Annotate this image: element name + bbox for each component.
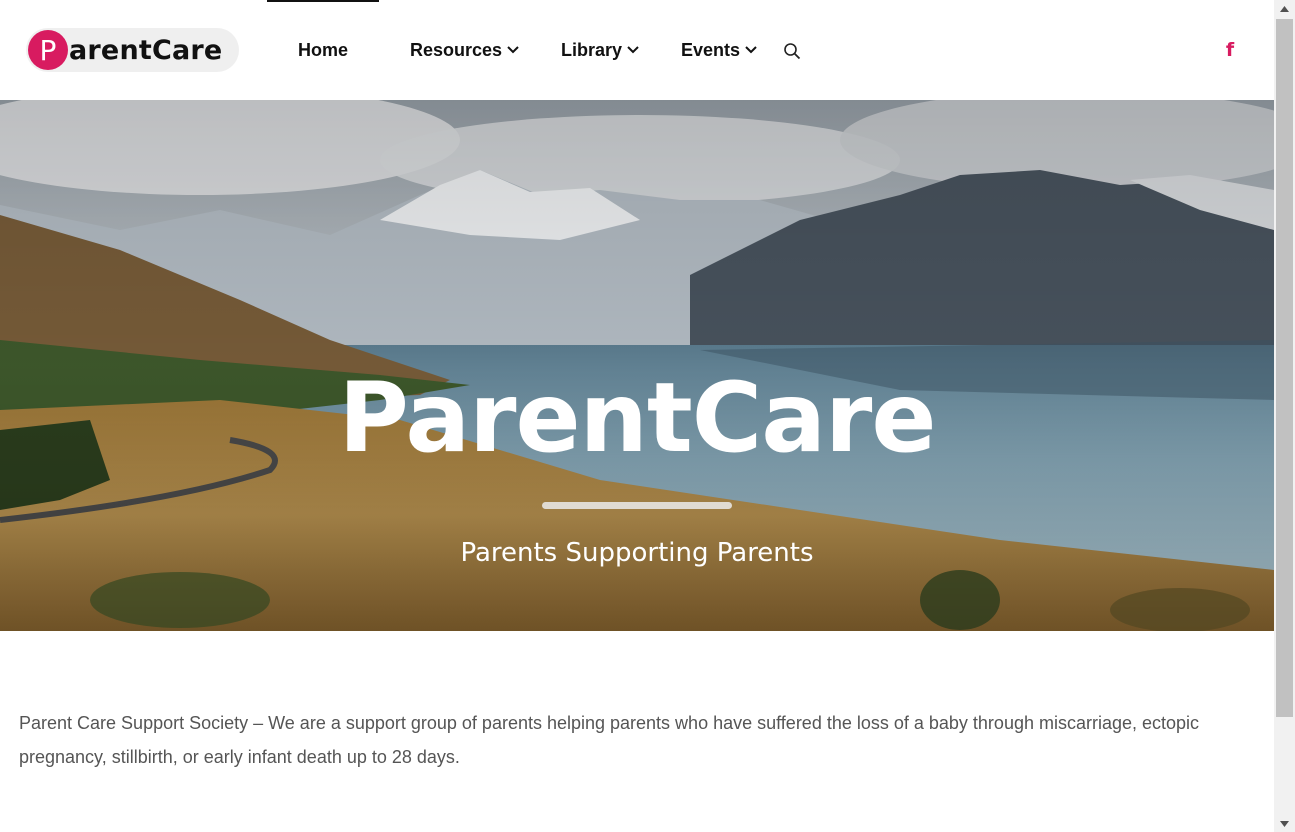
nav-item-library[interactable]: Library: [561, 0, 640, 100]
logo-badge: P: [28, 30, 68, 70]
search-icon[interactable]: [783, 42, 801, 60]
chevron-down-icon: [507, 46, 519, 54]
logo-text: arentCare: [69, 34, 223, 66]
nav-label-library: Library: [561, 39, 623, 60]
site-logo[interactable]: P arentCare: [26, 28, 239, 72]
intro-paragraph: Parent Care Support Society – We are a s…: [19, 713, 1200, 767]
nav-label-home: Home: [297, 39, 348, 60]
scrollbar-thumb[interactable]: [1276, 19, 1293, 717]
site-header: P arentCare Home Resources Library Event…: [0, 0, 1274, 100]
scroll-up-arrow-icon[interactable]: [1274, 0, 1295, 17]
hero-divider: [542, 502, 732, 509]
nav-item-resources[interactable]: Resources: [410, 0, 520, 100]
nav-label-events: Events: [681, 39, 741, 60]
page: P arentCare Home Resources Library Event…: [0, 0, 1274, 832]
hero-subtitle: Parents Supporting Parents: [460, 538, 814, 568]
chevron-down-icon: [745, 46, 757, 54]
vertical-scrollbar[interactable]: [1274, 0, 1295, 832]
scroll-down-arrow-icon[interactable]: [1274, 815, 1295, 832]
nav-label-resources: Resources: [410, 39, 503, 60]
hero-title: ParentCare: [338, 362, 937, 474]
nav-item-home[interactable]: Home: [267, 0, 379, 100]
hero-banner: ParentCare Parents Supporting Parents: [0, 100, 1274, 631]
nav-item-events[interactable]: Events: [681, 0, 758, 100]
facebook-icon[interactable]: f: [1222, 40, 1238, 60]
chevron-down-icon: [627, 46, 639, 54]
